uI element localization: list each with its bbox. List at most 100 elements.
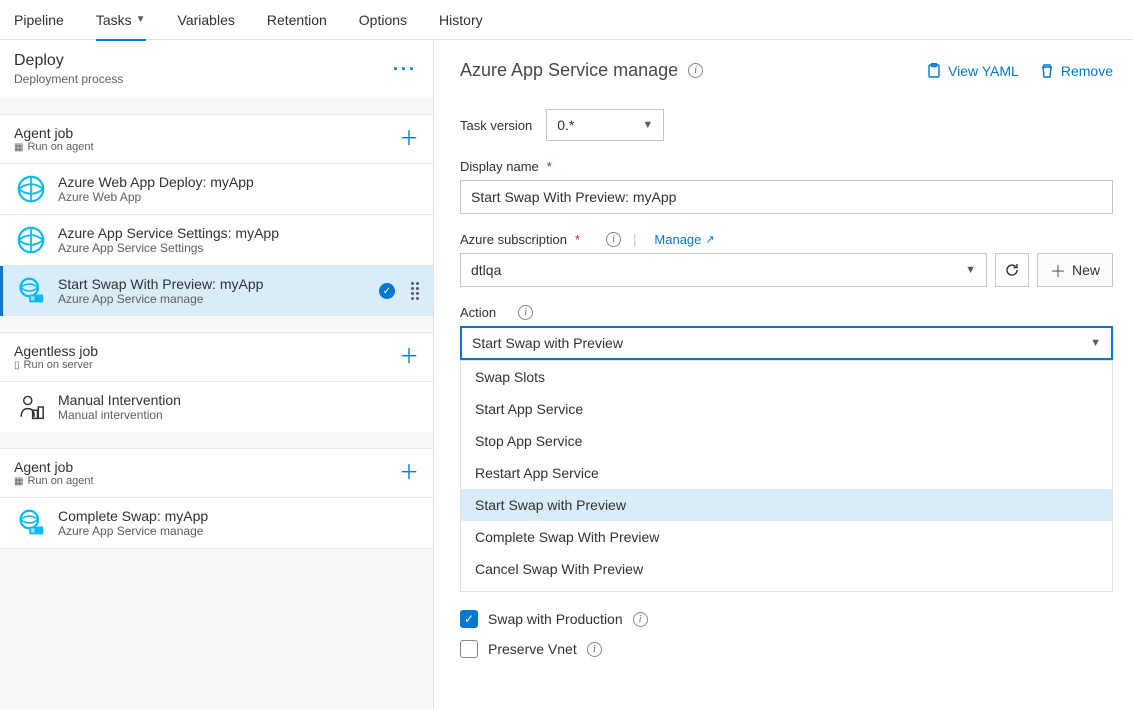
info-icon[interactable]: i xyxy=(606,232,621,247)
job-agentless[interactable]: Agentless job ▯Run on server ＋ xyxy=(0,332,433,381)
task-subtitle: Azure App Service manage xyxy=(58,524,419,538)
azure-manage-icon xyxy=(16,508,46,538)
clipboard-icon xyxy=(926,63,942,79)
server-icon: ▯ xyxy=(14,360,20,371)
stage-header[interactable]: Deploy Deployment process ··· xyxy=(0,40,433,98)
refresh-icon xyxy=(1004,262,1020,278)
job-agent-1-title: Agent job xyxy=(14,125,94,141)
tab-variables-label: Variables xyxy=(178,12,235,28)
add-task-button[interactable]: ＋ xyxy=(399,129,419,149)
display-name-input[interactable]: Start Swap With Preview: myApp xyxy=(460,180,1113,214)
tab-tasks[interactable]: Tasks ▼ xyxy=(96,0,146,40)
subscription-select[interactable]: dtlqa ▼ xyxy=(460,253,987,287)
refresh-button[interactable] xyxy=(995,253,1029,287)
info-icon[interactable]: i xyxy=(633,612,648,627)
action-option-swap-slots[interactable]: Swap Slots xyxy=(461,361,1112,393)
stage-title: Deploy xyxy=(14,52,123,70)
azure-icon xyxy=(16,174,46,204)
tab-options[interactable]: Options xyxy=(359,0,407,40)
person-icon xyxy=(16,392,46,422)
job-agent-2-title: Agent job xyxy=(14,459,94,475)
action-option-restart-app[interactable]: Restart App Service xyxy=(461,457,1112,489)
info-icon[interactable]: i xyxy=(587,642,602,657)
chevron-down-icon: ▼ xyxy=(136,14,146,25)
action-option-stop-app[interactable]: Stop App Service xyxy=(461,425,1112,457)
action-dropdown-panel: Swap Slots Start App Service Stop App Se… xyxy=(460,360,1113,592)
action-row: Action i Start Swap with Preview ▼ Swap … xyxy=(460,305,1113,592)
task-title: Complete Swap: myApp xyxy=(58,508,419,524)
action-label: Action i xyxy=(460,305,1113,320)
preserve-vnet-label: Preserve Vnet xyxy=(488,641,577,657)
chevron-down-icon: ▼ xyxy=(965,264,976,276)
tab-history[interactable]: History xyxy=(439,0,483,40)
task-azure-web-app-deploy[interactable]: Azure Web App Deploy: myApp Azure Web Ap… xyxy=(0,163,433,214)
job-agentless-title: Agentless job xyxy=(14,343,98,359)
task-start-swap-preview[interactable]: Start Swap With Preview: myApp Azure App… xyxy=(0,265,433,316)
job-agentless-sub: ▯Run on server xyxy=(14,359,98,371)
display-name-row: Display name* Start Swap With Preview: m… xyxy=(460,159,1113,214)
server-icon: ▦ xyxy=(14,142,23,153)
task-title: Start Swap With Preview: myApp xyxy=(58,276,367,292)
tab-tasks-label: Tasks xyxy=(96,12,132,28)
task-version-label: Task version xyxy=(460,118,532,133)
task-version-select[interactable]: 0.* ▼ xyxy=(546,109,664,141)
job-agent-1-sub: ▦Run on agent xyxy=(14,141,94,153)
chevron-down-icon: ▼ xyxy=(1090,337,1101,349)
task-version-row: Task version 0.* ▼ xyxy=(460,109,1113,141)
display-name-label: Display name* xyxy=(460,159,1113,174)
tab-retention[interactable]: Retention xyxy=(267,0,327,40)
tab-pipeline[interactable]: Pipeline xyxy=(14,0,64,40)
trash-icon xyxy=(1039,63,1055,79)
tab-options-label: Options xyxy=(359,12,407,28)
detail-header: Azure App Service manage i View YAML Rem… xyxy=(460,60,1113,81)
action-select[interactable]: Start Swap with Preview ▼ xyxy=(460,326,1113,360)
detail-title: Azure App Service manage i xyxy=(460,60,703,81)
preserve-vnet-row: Preserve Vnet i xyxy=(460,640,1113,658)
action-option-start-swap-preview[interactable]: Start Swap with Preview xyxy=(461,489,1112,521)
action-option-cancel-swap-preview[interactable]: Cancel Swap With Preview xyxy=(461,553,1112,585)
left-pane: Deploy Deployment process ··· Agent job … xyxy=(0,40,434,709)
job-agent-1[interactable]: Agent job ▦Run on agent ＋ xyxy=(0,114,433,163)
tab-variables[interactable]: Variables xyxy=(178,0,235,40)
more-menu-icon[interactable]: ··· xyxy=(393,59,417,80)
info-icon[interactable]: i xyxy=(518,305,533,320)
subscription-row: Azure subscription* i | Manage ↗ dtlqa ▼ xyxy=(460,232,1113,287)
task-complete-swap[interactable]: Complete Swap: myApp Azure App Service m… xyxy=(0,497,433,549)
action-option-delete-slot[interactable]: Delete Slot xyxy=(461,585,1112,591)
azure-icon xyxy=(16,225,46,255)
job-agent-2-sub: ▦Run on agent xyxy=(14,475,94,487)
info-icon[interactable]: i xyxy=(688,63,703,78)
subscription-label: Azure subscription* i | Manage ↗ xyxy=(460,232,1113,247)
preserve-vnet-checkbox[interactable] xyxy=(460,640,478,658)
task-subtitle: Azure App Service manage xyxy=(58,292,367,306)
job-agent-2[interactable]: Agent job ▦Run on agent ＋ xyxy=(0,448,433,497)
stage-subtitle: Deployment process xyxy=(14,72,123,86)
task-title: Azure App Service Settings: myApp xyxy=(58,225,419,241)
add-task-button[interactable]: ＋ xyxy=(399,347,419,367)
swap-production-label: Swap with Production xyxy=(488,611,623,627)
add-task-button[interactable]: ＋ xyxy=(399,463,419,483)
action-option-complete-swap-preview[interactable]: Complete Swap With Preview xyxy=(461,521,1112,553)
view-yaml-button[interactable]: View YAML xyxy=(926,63,1019,79)
task-title: Manual Intervention xyxy=(58,392,419,408)
tab-history-label: History xyxy=(439,12,483,28)
remove-button[interactable]: Remove xyxy=(1039,63,1113,79)
task-subtitle: Manual intervention xyxy=(58,408,419,422)
swap-production-checkbox[interactable]: ✓ xyxy=(460,610,478,628)
manage-link[interactable]: Manage ↗ xyxy=(654,232,714,247)
action-option-start-app[interactable]: Start App Service xyxy=(461,393,1112,425)
tab-retention-label: Retention xyxy=(267,12,327,28)
action-dropdown-list: Swap Slots Start App Service Stop App Se… xyxy=(461,361,1112,591)
drag-handle-icon[interactable] xyxy=(411,282,419,300)
top-tabs: Pipeline Tasks ▼ Variables Retention Opti… xyxy=(0,0,1133,40)
new-button[interactable]: ＋ New xyxy=(1037,253,1113,287)
task-title: Azure Web App Deploy: myApp xyxy=(58,174,419,190)
external-link-icon: ↗ xyxy=(705,233,714,246)
server-icon: ▦ xyxy=(14,476,23,487)
task-app-service-settings[interactable]: Azure App Service Settings: myApp Azure … xyxy=(0,214,433,265)
check-icon: ✓ xyxy=(379,283,395,299)
plus-icon: ＋ xyxy=(1050,258,1066,282)
azure-manage-icon xyxy=(16,276,46,306)
swap-production-row: ✓ Swap with Production i xyxy=(460,610,1113,628)
task-manual-intervention[interactable]: Manual Intervention Manual intervention xyxy=(0,381,433,432)
